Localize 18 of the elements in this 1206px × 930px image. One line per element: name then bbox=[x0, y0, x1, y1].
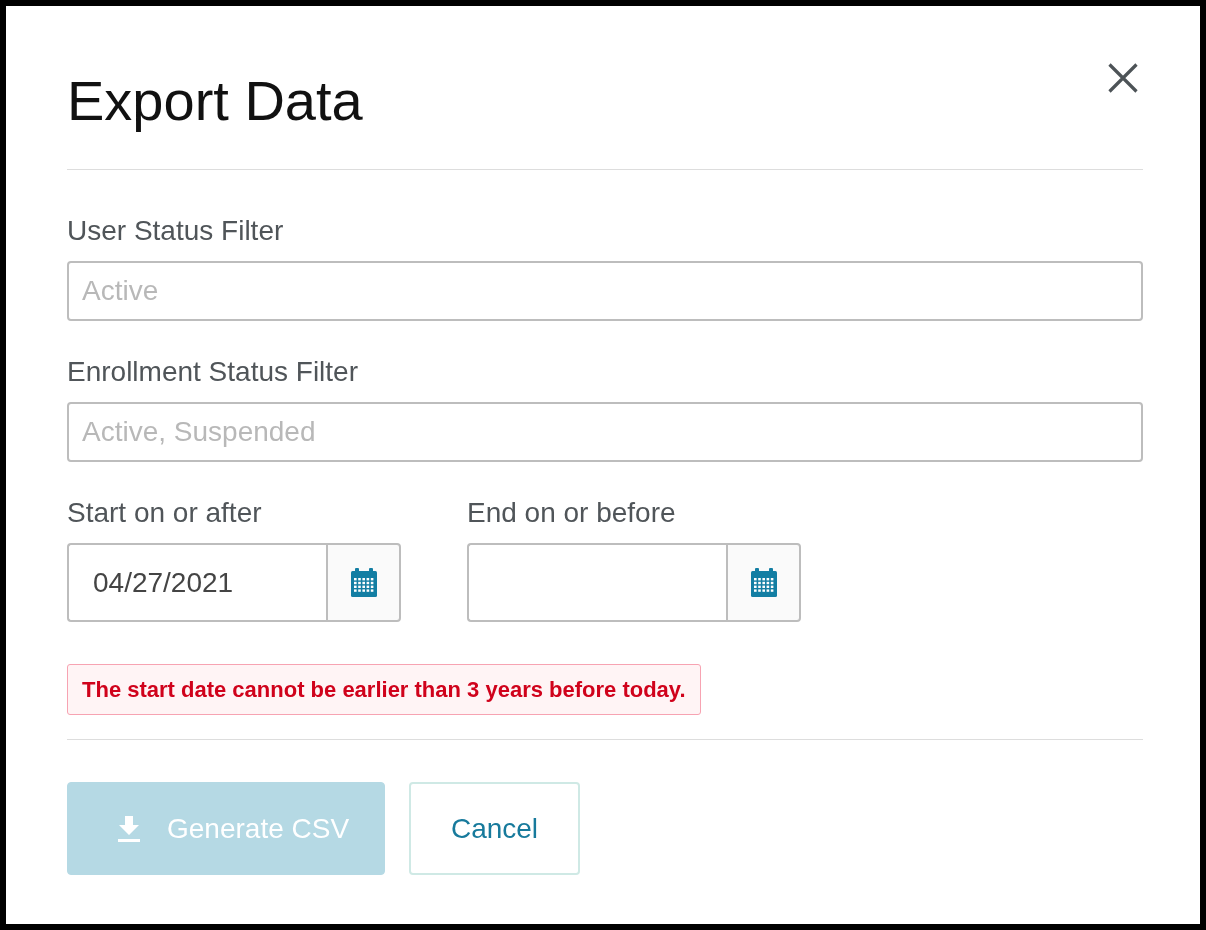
dialog-title: Export Data bbox=[67, 69, 363, 133]
field-label: End on or before bbox=[467, 497, 677, 529]
calendar-button[interactable] bbox=[726, 543, 801, 622]
field-label: Enrollment Status Filter bbox=[67, 356, 359, 388]
error-alert: The start date cannot be earlier than 3 years before today. bbox=[67, 664, 701, 715]
cancel-button[interactable]: Cancel bbox=[409, 782, 580, 875]
field-label: User Status Filter bbox=[67, 215, 285, 247]
text-input[interactable]: Active, Suspended bbox=[67, 402, 1143, 462]
date-input[interactable] bbox=[467, 543, 726, 622]
calendar-icon bbox=[350, 568, 377, 597]
field-label: Start on or after bbox=[67, 497, 263, 529]
text-input[interactable]: Active bbox=[67, 261, 1143, 321]
close-button[interactable] bbox=[1108, 63, 1138, 93]
date-input[interactable]: 04/27/2021 bbox=[67, 543, 326, 622]
close-icon bbox=[1108, 63, 1138, 93]
download-icon bbox=[118, 815, 140, 842]
calendar-icon bbox=[750, 568, 777, 597]
calendar-button[interactable] bbox=[326, 543, 401, 622]
